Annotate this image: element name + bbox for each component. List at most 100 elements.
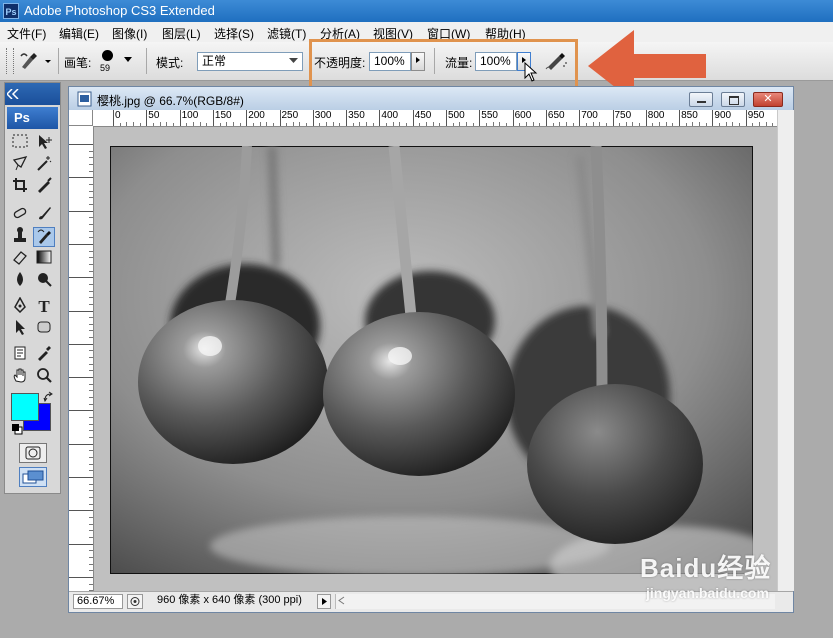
ruler-minor-tick [286,123,288,126]
foreground-color-swatch[interactable] [11,393,39,421]
ruler-minor-tick [89,556,93,558]
magic-wand-icon[interactable] [33,155,55,175]
crop-icon[interactable] [9,177,31,197]
blur-icon[interactable] [9,271,31,291]
ruler-minor-tick [532,122,534,126]
maximize-button[interactable] [721,92,745,107]
menu-filter[interactable]: 滤镜(T) [267,25,306,42]
ruler-major-tick [346,110,348,126]
ruler-major-tick [69,310,93,312]
photoshop-logo-icon: Ps [3,3,19,19]
ruler-label: 0 [115,110,121,121]
ruler-major-tick [246,110,248,126]
ruler-minor-tick [552,123,554,126]
ruler-minor-tick [599,122,601,126]
document-icon [77,91,92,107]
cherries-image[interactable] [110,146,753,574]
ruler-minor-tick [419,123,421,126]
tool-preset-picker[interactable] [18,51,54,71]
ruler-minor-tick [725,122,727,126]
brush-picker[interactable]: 59 [96,48,136,76]
vertical-scrollbar[interactable] [777,110,794,591]
path-select-icon[interactable] [9,319,31,339]
menu-file[interactable]: 文件(F) [7,25,46,42]
ruler-minor-tick [639,123,641,126]
ruler-minor-tick [166,122,168,126]
document-title-bar[interactable]: 樱桃.jpg @ 66.7%(RGB/8#) ✕ [69,87,793,111]
brush-tip-icon [102,50,113,61]
move-icon[interactable] [33,133,55,153]
menu-layer[interactable]: 图层(L) [162,25,201,42]
ruler-minor-tick [89,403,93,405]
mode-select[interactable]: 正常 [197,52,303,71]
zoom-level-field[interactable]: 66.67% [73,594,123,609]
brush-icon[interactable] [33,205,55,225]
marquee-icon[interactable] [9,133,31,153]
menu-edit[interactable]: 编辑(E) [59,25,99,42]
ruler-minor-tick [525,122,527,126]
ruler-minor-tick [605,123,607,126]
ruler-major-tick [679,110,681,126]
toolbox-logo[interactable]: Ps [7,107,58,129]
mode-value: 正常 [202,54,227,68]
menu-image[interactable]: 图像(I) [112,25,147,42]
notes-icon[interactable] [9,345,31,365]
ruler-minor-tick [89,150,93,152]
gradient-icon[interactable] [33,249,55,269]
ruler-label: 400 [381,110,399,121]
ruler-minor-tick [459,122,461,126]
lasso-icon[interactable] [9,155,31,175]
default-colors-icon[interactable] [11,423,23,435]
slice-icon[interactable] [33,177,55,197]
menu-select[interactable]: 选择(S) [214,25,254,42]
ruler-minor-tick [692,122,694,126]
ruler-minor-tick [252,123,254,126]
ruler-minor-tick [89,530,93,532]
document-title: 樱桃.jpg @ 66.7%(RGB/8#) [97,94,244,108]
history-brush-icon[interactable] [33,227,55,247]
eyedropper-icon[interactable] [33,345,55,365]
ruler-minor-tick [752,123,754,126]
ruler-major-tick [69,510,93,512]
ruler-minor-tick [366,122,368,126]
shape-icon[interactable] [33,319,55,339]
pen-icon[interactable] [9,296,31,317]
type-icon[interactable]: T [33,297,55,317]
screen-mode-button[interactable] [19,467,47,487]
healing-brush-icon[interactable] [9,205,31,225]
ruler-minor-tick [299,122,301,126]
scroll-left-icon[interactable] [336,594,348,607]
ruler-minor-tick [89,483,93,485]
zoom-icon[interactable] [33,367,55,387]
toolbox-header[interactable] [5,83,60,105]
document-info: 960 像素 x 640 像素 (300 ppi) [157,594,302,606]
ruler-minor-tick [89,470,93,472]
double-chevron-left-icon[interactable] [7,89,21,99]
ruler-minor-tick [89,503,93,505]
ruler-minor-tick [226,122,228,126]
ruler-minor-tick [89,170,93,172]
ruler-minor-tick [572,123,574,126]
status-arrow-button[interactable] [317,594,331,609]
ruler-label: 800 [647,110,665,121]
horizontal-ruler[interactable]: 0 50 100 150 200 250 300 350 400 450 500 550 600 650 7… [93,110,777,127]
swap-colors-icon[interactable] [43,391,55,403]
ruler-minor-tick [89,317,93,319]
ruler-minor-tick [239,123,241,126]
eraser-icon[interactable] [9,249,31,269]
ruler-minor-tick [619,123,621,126]
status-menu-button[interactable] [127,594,143,609]
ruler-origin[interactable] [69,110,93,126]
quick-mask-button[interactable] [19,443,47,463]
hand-icon[interactable] [9,367,31,387]
clone-stamp-icon[interactable] [9,227,31,247]
options-grip[interactable] [6,48,14,74]
minimize-button[interactable] [689,92,713,107]
dodge-icon[interactable] [33,271,55,291]
close-button[interactable]: ✕ [753,92,783,107]
vertical-ruler[interactable] [69,126,94,591]
ruler-minor-tick [89,397,93,399]
ruler-minor-tick [89,197,93,199]
canvas-area[interactable] [94,127,777,591]
ruler-minor-tick [659,122,661,126]
